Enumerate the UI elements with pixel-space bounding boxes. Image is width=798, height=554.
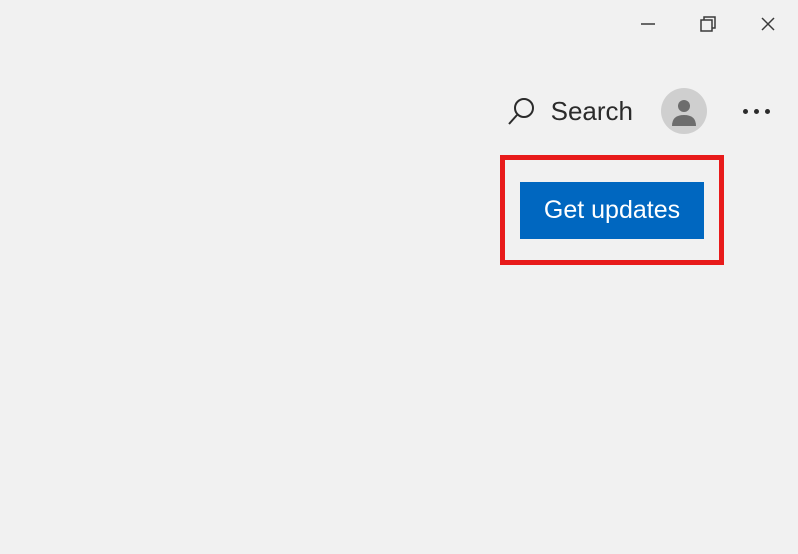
account-button[interactable] [661,88,707,134]
close-icon [760,16,776,32]
search-button[interactable]: Search [507,96,633,127]
restore-icon [699,15,717,33]
app-toolbar: Search [507,88,778,134]
close-button[interactable] [738,0,798,48]
search-label: Search [551,96,633,127]
minimize-icon [640,16,656,32]
window-titlebar [618,0,798,48]
more-icon [743,109,748,114]
get-updates-button[interactable]: Get updates [520,182,704,239]
search-icon [507,96,537,126]
more-icon [754,109,759,114]
highlight-annotation: Get updates [500,155,724,265]
more-button[interactable] [735,101,778,122]
more-icon [765,109,770,114]
person-icon [667,94,701,128]
minimize-button[interactable] [618,0,678,48]
restore-button[interactable] [678,0,738,48]
